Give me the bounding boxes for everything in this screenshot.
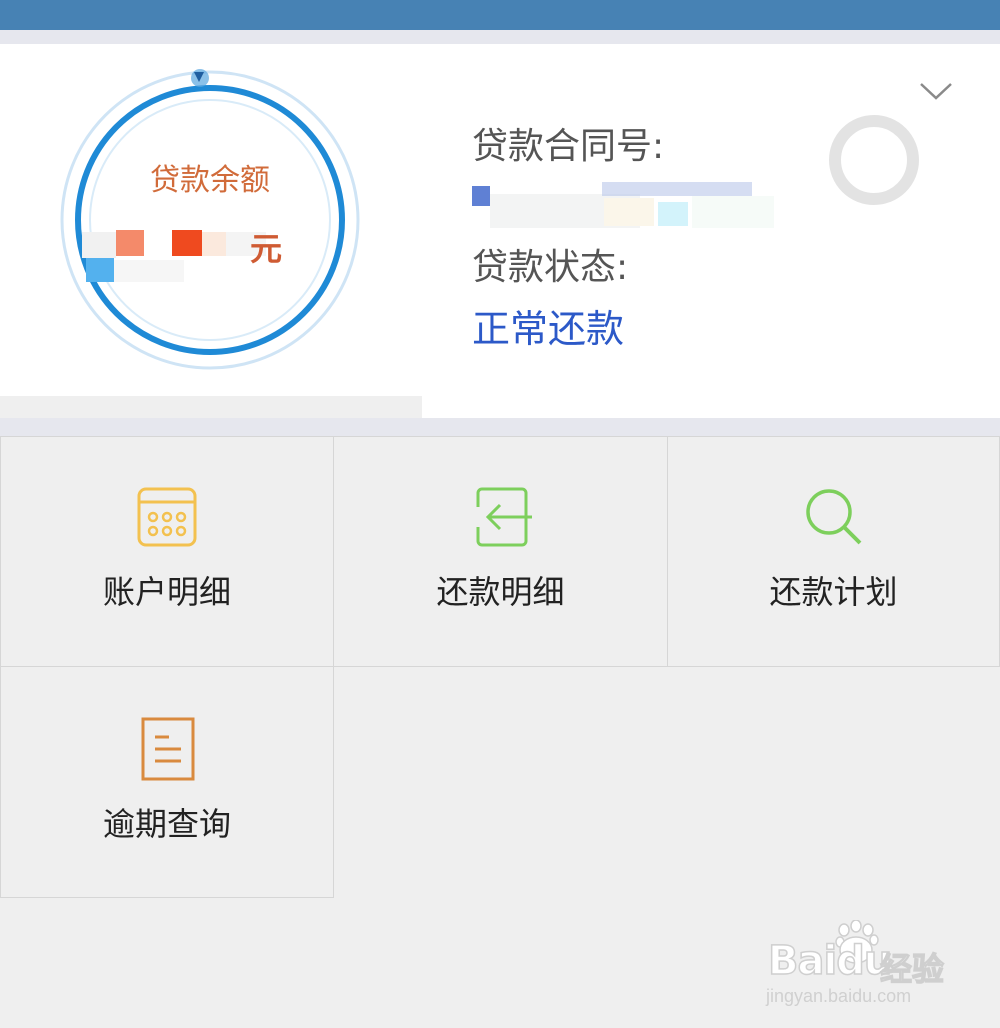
menu-item-label: 逾期查询 bbox=[102, 805, 231, 843]
balance-value-masked bbox=[60, 222, 330, 282]
menu-item-label: 账户明细 bbox=[102, 573, 231, 611]
search-icon bbox=[806, 489, 862, 545]
loan-status-value: 正常还款 bbox=[472, 307, 625, 351]
contract-number-label: 贷款合同号: bbox=[472, 126, 665, 167]
menu-item-repayment-plan[interactable]: 还款计划 bbox=[667, 436, 1000, 667]
loan-status-label: 贷款状态: bbox=[472, 247, 629, 288]
contract-number-masked bbox=[472, 178, 774, 228]
card-left-strip bbox=[0, 396, 422, 418]
menu-item-repayment-details[interactable]: 还款明细 bbox=[333, 436, 668, 667]
status-bar bbox=[0, 0, 1000, 30]
login-arrow-icon bbox=[476, 487, 532, 547]
loading-spinner-icon bbox=[829, 115, 919, 205]
watermark-brand: Baidu bbox=[767, 937, 893, 985]
document-icon bbox=[141, 717, 195, 781]
menu-item-label: 还款计划 bbox=[769, 573, 898, 611]
balance-label: 贷款余额 bbox=[150, 163, 270, 198]
calendar-icon bbox=[137, 487, 197, 547]
watermark-url: jingyan.baidu.com bbox=[766, 986, 912, 1006]
menu-item-label: 还款明细 bbox=[436, 573, 565, 611]
card-separator bbox=[0, 418, 1000, 436]
chevron-down-icon[interactable] bbox=[918, 78, 954, 104]
ring-marker-icon bbox=[191, 69, 209, 87]
watermark-brand-cn: 经验 bbox=[879, 949, 945, 988]
menu-item-account-details[interactable]: 账户明细 bbox=[0, 436, 334, 667]
menu-item-overdue-query[interactable]: 逾期查询 bbox=[0, 666, 334, 898]
header-separator bbox=[0, 30, 1000, 44]
balance-unit: 元 bbox=[250, 230, 283, 268]
balance-ring bbox=[60, 69, 360, 370]
